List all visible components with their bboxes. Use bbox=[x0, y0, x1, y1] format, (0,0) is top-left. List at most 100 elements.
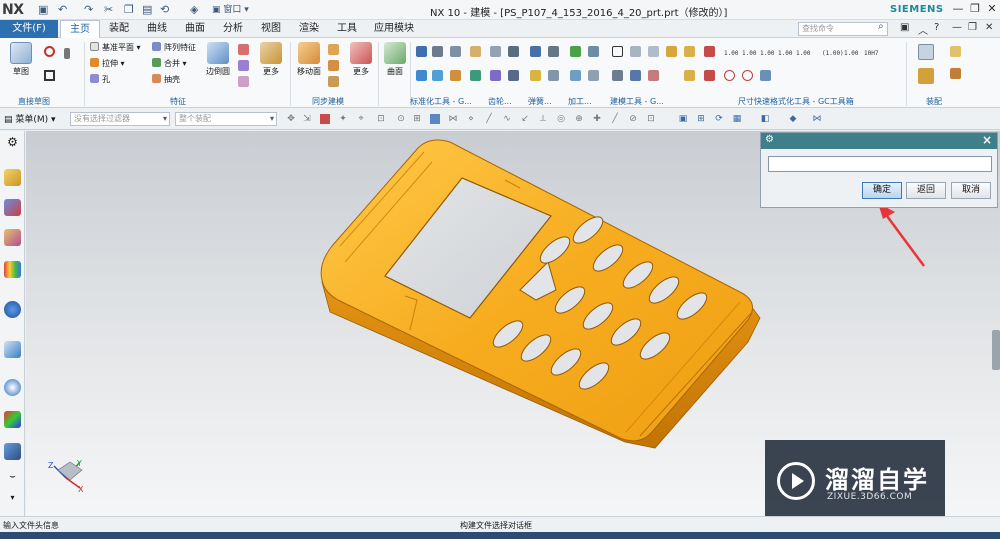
ribbon-options-icon[interactable]: ▣ bbox=[900, 22, 909, 33]
dim-tool2-icon[interactable] bbox=[684, 70, 695, 81]
window-menu[interactable]: ▣ 窗口 ▾ bbox=[212, 3, 249, 17]
back-button[interactable]: 返回 bbox=[906, 182, 946, 199]
doc-minimize-icon[interactable]: — bbox=[952, 22, 962, 33]
diameter2-icon[interactable] bbox=[742, 70, 753, 81]
extension-spring-icon[interactable] bbox=[548, 70, 559, 81]
assembly-navigator-icon[interactable] bbox=[4, 169, 21, 186]
sketch-more-icon[interactable] bbox=[64, 48, 70, 59]
cancel-button[interactable]: 取消 bbox=[951, 182, 991, 199]
machining-op-icon[interactable] bbox=[588, 70, 599, 81]
shell-button[interactable]: 抽壳 bbox=[152, 74, 180, 86]
history-icon[interactable] bbox=[4, 379, 21, 396]
fit-view-icon[interactable]: ▣ bbox=[678, 114, 688, 124]
layer-icon[interactable]: ◆ bbox=[788, 114, 798, 124]
snap18-icon[interactable]: ⊡ bbox=[646, 114, 656, 124]
hd3d-tools-icon[interactable] bbox=[4, 301, 21, 318]
save-icon[interactable]: ▣ bbox=[38, 3, 48, 17]
search-icon[interactable]: ⌕ bbox=[878, 21, 884, 32]
profile-icon[interactable] bbox=[44, 46, 55, 57]
dim-format-label[interactable]: 1.00 bbox=[844, 50, 858, 57]
compression-spring-icon[interactable] bbox=[530, 70, 541, 81]
header-info-input[interactable] bbox=[768, 156, 992, 172]
disc-spring-icon[interactable] bbox=[548, 46, 559, 57]
repeat-command-icon[interactable]: ⟲ bbox=[160, 3, 169, 17]
machining-tool-icon[interactable] bbox=[588, 46, 599, 57]
spur-gear-icon[interactable] bbox=[508, 46, 519, 57]
part-navigator-icon[interactable] bbox=[4, 229, 21, 246]
feature-more-button[interactable]: 更多 bbox=[256, 42, 286, 77]
sync-more-button[interactable]: 更多 bbox=[346, 42, 376, 77]
snap6-icon[interactable] bbox=[430, 114, 440, 124]
select-tool3-icon[interactable] bbox=[320, 114, 330, 124]
doc-restore-icon[interactable]: ❐ bbox=[968, 22, 977, 33]
replace-face-icon[interactable] bbox=[328, 76, 339, 87]
nut-icon[interactable] bbox=[450, 46, 461, 57]
move-component-icon[interactable] bbox=[950, 68, 961, 79]
surface-button[interactable]: 曲面 bbox=[380, 42, 410, 77]
tab-view[interactable]: 视图 bbox=[254, 20, 288, 38]
redo-icon[interactable]: ↷ bbox=[84, 3, 93, 17]
snap16-icon[interactable]: ╱ bbox=[610, 114, 620, 124]
rectangle-icon[interactable] bbox=[44, 70, 55, 81]
close-button[interactable]: ✕ bbox=[984, 2, 1000, 16]
machining-check-icon[interactable] bbox=[570, 46, 581, 57]
dim-style-icon[interactable] bbox=[704, 46, 715, 57]
graphics-scroll-handle[interactable] bbox=[992, 330, 1000, 370]
extrude-button[interactable]: 拉伸 ▾ bbox=[90, 58, 125, 70]
select-tool2-icon[interactable]: ⇲ bbox=[302, 114, 312, 124]
web-browser-icon[interactable] bbox=[4, 341, 21, 358]
rotate-icon[interactable]: ⟳ bbox=[714, 114, 724, 124]
snap13-icon[interactable]: ◎ bbox=[556, 114, 566, 124]
dim-format-label[interactable]: 1.00 bbox=[724, 50, 738, 57]
snap8-icon[interactable]: ⋄ bbox=[466, 114, 476, 124]
help-icon[interactable]: ? bbox=[934, 22, 939, 33]
roles-icon[interactable]: ⌣ bbox=[4, 471, 21, 488]
datum-plane-button[interactable]: 基准平面 ▾ bbox=[90, 42, 141, 54]
snap14-icon[interactable]: ⊕ bbox=[574, 114, 584, 124]
model-tool6-icon[interactable] bbox=[648, 70, 659, 81]
key-icon[interactable] bbox=[470, 70, 481, 81]
dim-format-label[interactable]: (1.00) bbox=[822, 50, 844, 57]
cut-icon[interactable]: ✂ bbox=[104, 3, 113, 17]
bevel-gear-icon[interactable] bbox=[508, 70, 519, 81]
offset-region-icon[interactable] bbox=[328, 60, 339, 71]
machining-feature-icon[interactable] bbox=[570, 70, 581, 81]
zoom-icon[interactable]: ⊞ bbox=[696, 114, 706, 124]
tab-curve[interactable]: 曲线 bbox=[140, 20, 174, 38]
copy-icon[interactable]: ❐ bbox=[124, 3, 134, 17]
doc-close-icon[interactable]: ✕ bbox=[985, 22, 993, 33]
pattern-feature-button[interactable]: 阵列特征 bbox=[152, 42, 196, 54]
hole-button[interactable]: 孔 bbox=[90, 74, 110, 86]
snap3-icon[interactable]: ⊡ bbox=[376, 114, 386, 124]
snap-icon[interactable]: ✦ bbox=[338, 114, 348, 124]
washer-icon[interactable] bbox=[416, 70, 427, 81]
snap12-icon[interactable]: ⟂ bbox=[538, 114, 548, 124]
command-search-input[interactable]: 查找命令 bbox=[798, 22, 888, 36]
tab-applications[interactable]: 应用模块 bbox=[368, 20, 420, 38]
dim-format-label[interactable]: 1.00 bbox=[778, 50, 792, 57]
helical-gear-icon[interactable] bbox=[490, 70, 501, 81]
selection-filter-select[interactable]: 没有选择过滤器 ▾ bbox=[70, 112, 170, 126]
more-resources-icon[interactable]: ▾ bbox=[4, 493, 21, 510]
restore-button[interactable]: ❐ bbox=[967, 2, 983, 16]
diameter-icon[interactable] bbox=[724, 70, 735, 81]
screw-icon[interactable] bbox=[432, 70, 443, 81]
paste-icon[interactable]: ▤ bbox=[142, 3, 152, 17]
tab-surface[interactable]: 曲面 bbox=[178, 20, 212, 38]
draft-icon[interactable] bbox=[238, 60, 249, 71]
spring-icon[interactable] bbox=[530, 46, 541, 57]
reuse-library-icon[interactable] bbox=[4, 261, 21, 278]
render-style-icon[interactable]: ◧ bbox=[760, 114, 770, 124]
pull-face-icon[interactable] bbox=[328, 44, 339, 55]
triangle-icon[interactable] bbox=[612, 46, 623, 57]
tab-tools[interactable]: 工具 bbox=[330, 20, 364, 38]
add-component-icon[interactable] bbox=[918, 68, 934, 84]
dim-format-label[interactable]: 10H7 bbox=[864, 50, 878, 57]
dim-reset-icon[interactable] bbox=[760, 70, 771, 81]
tab-home[interactable]: 主页 bbox=[60, 20, 100, 38]
assembly-constraint-icon[interactable] bbox=[950, 46, 961, 57]
dim-style2-icon[interactable] bbox=[704, 70, 715, 81]
snap4-icon[interactable]: ⊙ bbox=[396, 114, 406, 124]
model-tool5-icon[interactable] bbox=[630, 70, 641, 81]
edge-blend-button[interactable]: 边倒圆 bbox=[203, 42, 233, 77]
